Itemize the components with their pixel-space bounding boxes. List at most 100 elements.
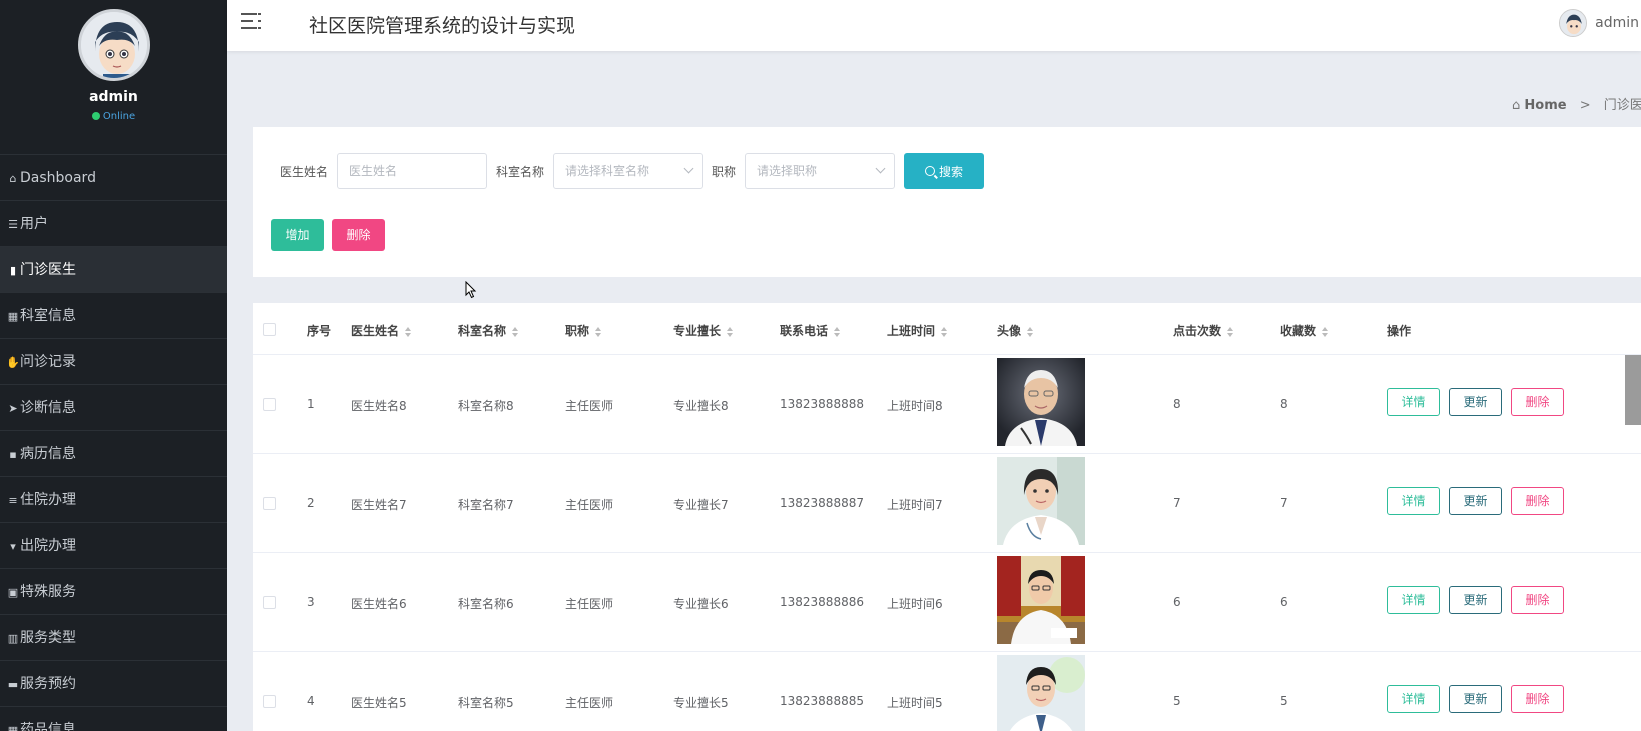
detail-button[interactable]: 详情 [1387,685,1440,713]
add-button[interactable]: 增加 [271,219,324,251]
doctor-photo[interactable] [997,457,1085,545]
cell-work-time: 上班时间7 [887,498,943,512]
cell-title: 主任医师 [565,498,614,512]
update-button[interactable]: 更新 [1449,487,1502,515]
row-checkbox[interactable] [263,596,276,609]
sort-icon[interactable] [834,326,841,337]
sort-icon[interactable] [1227,326,1234,337]
column-header-specialty[interactable]: 专业擅长 [673,322,734,339]
top-header: 社区医院管理系统的设计与实现 admin [227,0,1641,51]
column-header-dept[interactable]: 科室名称 [458,322,519,339]
sidebar-item-users[interactable]: ☰ 用户 [0,200,227,246]
column-header-work-time[interactable]: 上班时间 [887,322,948,339]
column-header-avatar[interactable]: 头像 [997,322,1034,339]
detail-button[interactable]: 详情 [1387,388,1440,416]
sort-icon[interactable] [941,326,948,337]
comment-icon: ▬ [7,678,19,691]
grid-icon: ▦ [7,310,19,323]
search-button[interactable]: 搜索 [904,153,985,189]
update-button[interactable]: 更新 [1449,388,1502,416]
sidebar-item-outpatient-doctors[interactable]: ▮ 门诊医生 [0,246,227,292]
title-select[interactable]: 请选择职称 [745,153,896,189]
sidebar-item-discharge[interactable]: ▾ 出院办理 [0,522,227,568]
delete-button[interactable]: 删除 [1511,487,1564,515]
column-header-name[interactable]: 医生姓名 [351,322,412,339]
sort-icon[interactable] [1322,326,1329,337]
avatar[interactable] [77,9,150,81]
row-checkbox[interactable] [263,398,276,411]
sidebar-item-service-booking[interactable]: ▬ 服务预约 [0,660,227,706]
delete-button[interactable]: 删除 [1511,685,1564,713]
sidebar-item-dashboard[interactable]: ⌂ Dashboard [0,154,227,200]
sidebar-item-special-services[interactable]: ▣ 特殊服务 [0,568,227,614]
sort-icon[interactable] [1027,326,1034,337]
batch-delete-button[interactable]: 删除 [332,219,385,251]
table-scrollbar[interactable] [1625,355,1641,425]
column-header-clicks[interactable]: 点击次数 [1173,322,1234,339]
sidebar-username: admin [89,89,138,105]
sort-icon[interactable] [512,326,519,337]
cell-name: 医生姓名7 [351,498,407,512]
breadcrumb-home-link[interactable]: Home [1524,98,1566,113]
select-all-checkbox[interactable] [263,323,276,336]
table-row: 3 医生姓名6 科室名称6 主任医师 专业擅长6 13823888886 上班时… [253,553,1641,652]
sidebar-menu: ⌂ Dashboard ☰ 用户 ▮ 门诊医生 ▦ 科室信息 ✋问诊记录 ➤ 诊断信息 ▪… [0,154,227,731]
row-checkbox[interactable] [263,497,276,510]
cell-specialty: 专业擅长6 [673,597,729,611]
header-user-menu[interactable]: admin [1559,9,1639,37]
sidebar-item-diagnosis[interactable]: ➤ 诊断信息 [0,384,227,430]
sidebar-item-admission[interactable]: ≡ 住院办理 [0,476,227,522]
column-header-label: 上班时间 [887,324,936,338]
sidebar-item-consultations[interactable]: ✋问诊记录 [0,338,227,384]
column-header-title[interactable]: 职称 [565,322,602,339]
cell-title: 主任医师 [565,696,614,710]
doctor-photo-image [997,556,1085,644]
cell-specialty: 专业擅长5 [673,696,729,710]
online-status: Online [0,111,227,122]
doctor-name-input[interactable]: 医生姓名 [337,153,488,189]
delete-button[interactable]: 删除 [1511,388,1564,416]
cell-name: 医生姓名6 [351,597,407,611]
sidebar-item-label: Dashboard [20,170,96,186]
menu-toggle-icon[interactable] [241,13,263,35]
cell-dept: 科室名称6 [458,597,514,611]
cell-favorites: 8 [1280,397,1288,411]
cell-index: 3 [307,595,315,609]
home-icon: ⌂ [9,172,17,185]
cell-phone: 13823888887 [780,496,864,510]
detail-button[interactable]: 详情 [1387,586,1440,614]
doctor-table: 序号 医生姓名 科室名称 职称 专业擅长 联系电话 上班时间 头像 点击次数 收… [253,303,1641,731]
doctor-photo-image [997,457,1085,545]
sort-icon[interactable] [405,326,412,337]
sidebar-item-medical-records[interactable]: ▪ 病历信息 [0,430,227,476]
sidebar-item-medicines[interactable]: ▦ 药品信息 [0,706,227,731]
chevron-down-icon [683,163,694,174]
column-header-phone[interactable]: 联系电话 [780,322,841,339]
doctor-photo[interactable] [997,358,1085,446]
detail-button[interactable]: 详情 [1387,487,1440,515]
cell-index: 2 [307,496,315,510]
sidebar-item-departments[interactable]: ▦ 科室信息 [0,292,227,338]
cell-dept: 科室名称7 [458,498,514,512]
doctor-name-placeholder: 医生姓名 [349,164,398,178]
column-header-actions: 操作 [1387,324,1412,338]
column-header-label: 点击次数 [1173,324,1222,338]
search-panel: 医生姓名 医生姓名 科室名称 请选择科室名称 职称 请选择职称 搜索 增加 删除 [253,127,1641,277]
row-checkbox[interactable] [263,695,276,708]
column-header-favorites[interactable]: 收藏数 [1280,322,1329,339]
dept-select[interactable]: 请选择科室名称 [553,153,704,189]
sort-icon[interactable] [595,326,602,337]
breadcrumb-current: 门诊医生 [1603,98,1641,113]
update-button[interactable]: 更新 [1449,685,1502,713]
send-icon: ➤ [8,402,18,415]
doctor-photo[interactable] [997,556,1085,644]
sort-icon[interactable] [727,326,734,337]
avatar [1559,9,1588,37]
cell-clicks: 6 [1173,595,1181,609]
doctor-photo[interactable] [997,655,1085,731]
update-button[interactable]: 更新 [1449,586,1502,614]
sidebar-item-service-types[interactable]: ▥ 服务类型 [0,614,227,660]
grid-icon: ▦ [7,724,19,731]
delete-button[interactable]: 删除 [1511,586,1564,614]
search-icon [925,166,936,176]
